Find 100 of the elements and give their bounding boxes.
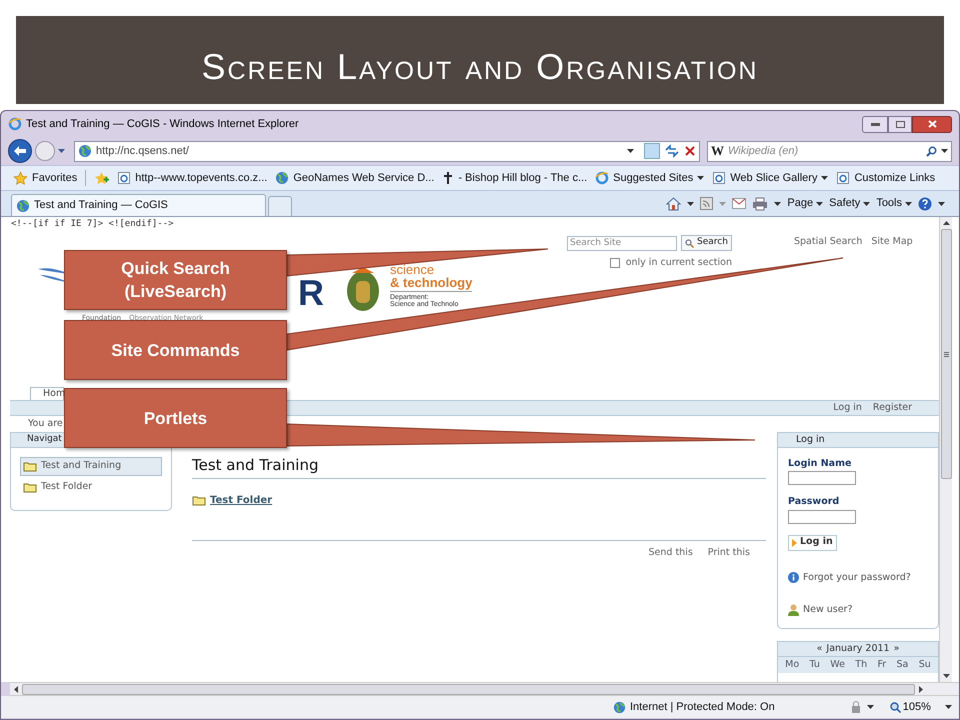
login-name-field[interactable] — [788, 471, 856, 486]
weekday-label: Su — [918, 658, 931, 672]
caret-icon — [905, 202, 912, 206]
previous-month-link[interactable]: « — [816, 642, 822, 656]
print-icon[interactable] — [752, 196, 768, 210]
mail-icon[interactable] — [732, 198, 746, 209]
caret-icon — [687, 202, 694, 206]
checkbox-label: only in current section — [626, 256, 732, 270]
status-text: Internet | Protected Mode: On — [630, 700, 775, 715]
new-user-link[interactable]: New user? — [788, 602, 853, 617]
calendar-month: January 2011 — [826, 642, 890, 656]
info-icon — [788, 572, 799, 584]
document-action-link[interactable]: Print this — [708, 546, 750, 560]
weekday-label: Tu — [810, 658, 820, 672]
code-comment: <!--[if if IE 7]> <![endif]--> — [10, 218, 174, 231]
stop-icon[interactable] — [684, 145, 696, 157]
horizontal-scrollbar[interactable] — [10, 682, 959, 696]
search-icon — [685, 238, 694, 248]
document-action-link[interactable]: Send this — [648, 546, 693, 560]
site-search-field[interactable]: Search Site — [567, 236, 677, 250]
page-heading: Test and Training — [192, 454, 766, 478]
caret-icon — [774, 202, 782, 206]
callout: Quick Search (LiveSearch) — [64, 250, 287, 310]
window-title: Test and Training — CoGIS - Windows Internet Explorer — [26, 116, 299, 132]
command-menu[interactable]: Tools — [876, 195, 912, 212]
favorites-link[interactable]: - Bishop Hill blog - The c... — [442, 170, 588, 186]
slide-title: Screen Layout and Organisation — [202, 45, 758, 89]
login-button[interactable]: Log in — [788, 534, 837, 550]
scrollbar-thumb[interactable] — [22, 684, 915, 694]
forgot-password-link[interactable]: Forgot your password? — [788, 570, 911, 585]
zoom-button[interactable]: 105% — [890, 698, 931, 716]
caret-icon — [938, 202, 945, 206]
feed-icon[interactable] — [700, 197, 714, 210]
scroll-up-icon[interactable] — [942, 221, 950, 225]
folder-link[interactable]: Test Folder — [192, 492, 272, 508]
ie-icon — [595, 171, 610, 185]
magnifier-icon — [890, 702, 901, 712]
portlet-title: Navigat — [27, 433, 62, 446]
page-icon — [836, 171, 850, 185]
address-text: http://nc.qsens.net/ — [96, 144, 189, 159]
close-button[interactable] — [912, 116, 952, 132]
caret-icon — [941, 149, 948, 153]
minimize-button[interactable] — [862, 116, 888, 132]
back-button[interactable] — [8, 139, 32, 163]
caret-icon — [944, 705, 952, 709]
callout: Site Commands — [64, 320, 287, 380]
favorites-link[interactable]: Favorites — [13, 170, 78, 186]
weekday-label: Th — [855, 658, 868, 672]
favorites-link[interactable]: GeoNames Web Service D... — [275, 170, 434, 186]
home-tab[interactable]: Hom — [30, 387, 64, 400]
personal-link[interactable]: Register — [872, 400, 912, 416]
favorites-link[interactable]: Web Slice Gallery — [712, 170, 828, 186]
globe-icon — [613, 700, 626, 714]
address-field[interactable]: http://nc.qsens.net/ — [74, 140, 700, 162]
ie-icon — [8, 117, 22, 131]
site-action-link[interactable]: Site Map — [871, 235, 913, 250]
add-favorite-icon[interactable] — [94, 170, 110, 186]
star-icon — [13, 170, 28, 186]
caret-icon — [719, 202, 726, 206]
portlet-title: Log in — [796, 432, 825, 447]
scrollbar-thumb[interactable] — [940, 229, 952, 479]
checkbox[interactable] — [610, 258, 620, 268]
password-field[interactable] — [788, 510, 856, 524]
vertical-scrollbar[interactable] — [939, 217, 952, 682]
caret-icon — [863, 202, 870, 206]
callout: Portlets — [64, 388, 287, 448]
navigation-item[interactable]: Test Folder — [20, 478, 162, 497]
search-button[interactable]: Search — [681, 235, 732, 251]
site-action-link[interactable]: Spatial Search — [794, 235, 862, 250]
command-menu[interactable]: Safety — [829, 195, 870, 212]
grip-icon — [944, 352, 949, 356]
favorites-link[interactable]: Suggested Sites — [595, 170, 704, 186]
globe-icon — [16, 198, 30, 212]
command-menu[interactable]: Page — [787, 195, 824, 212]
browser-tab[interactable]: Test and Training — CoGIS — [11, 194, 266, 216]
field-label: Password — [788, 495, 840, 510]
globe-icon — [78, 144, 92, 158]
caret-icon — [816, 202, 824, 206]
search-icon[interactable] — [926, 146, 937, 156]
weekday-label: Sa — [896, 658, 908, 672]
maximize-button[interactable] — [888, 116, 912, 132]
folder-icon — [23, 461, 37, 472]
home-icon[interactable] — [666, 196, 682, 210]
favorites-link[interactable]: Customize Links — [836, 170, 936, 186]
caret-icon — [58, 149, 65, 153]
favorites-link[interactable]: http--www.topevents.co.z... — [117, 170, 268, 186]
folder-icon — [192, 494, 206, 506]
scroll-left-icon[interactable] — [14, 686, 18, 692]
personal-link[interactable]: Log in — [833, 400, 862, 416]
next-month-link[interactable]: » — [894, 642, 900, 656]
scroll-down-icon[interactable] — [942, 674, 950, 678]
search-field[interactable]: W Wikipedia (en) — [707, 140, 952, 162]
navigation-item[interactable]: Test and Training — [20, 457, 162, 476]
globe-icon — [275, 171, 290, 185]
help-icon[interactable] — [918, 196, 932, 210]
search-provider-label: W — [711, 142, 724, 160]
weekday-label: Fr — [877, 658, 886, 672]
refresh-icon[interactable] — [664, 144, 680, 158]
search-placeholder: Wikipedia (en) — [728, 144, 798, 159]
scroll-right-icon[interactable] — [919, 686, 923, 692]
